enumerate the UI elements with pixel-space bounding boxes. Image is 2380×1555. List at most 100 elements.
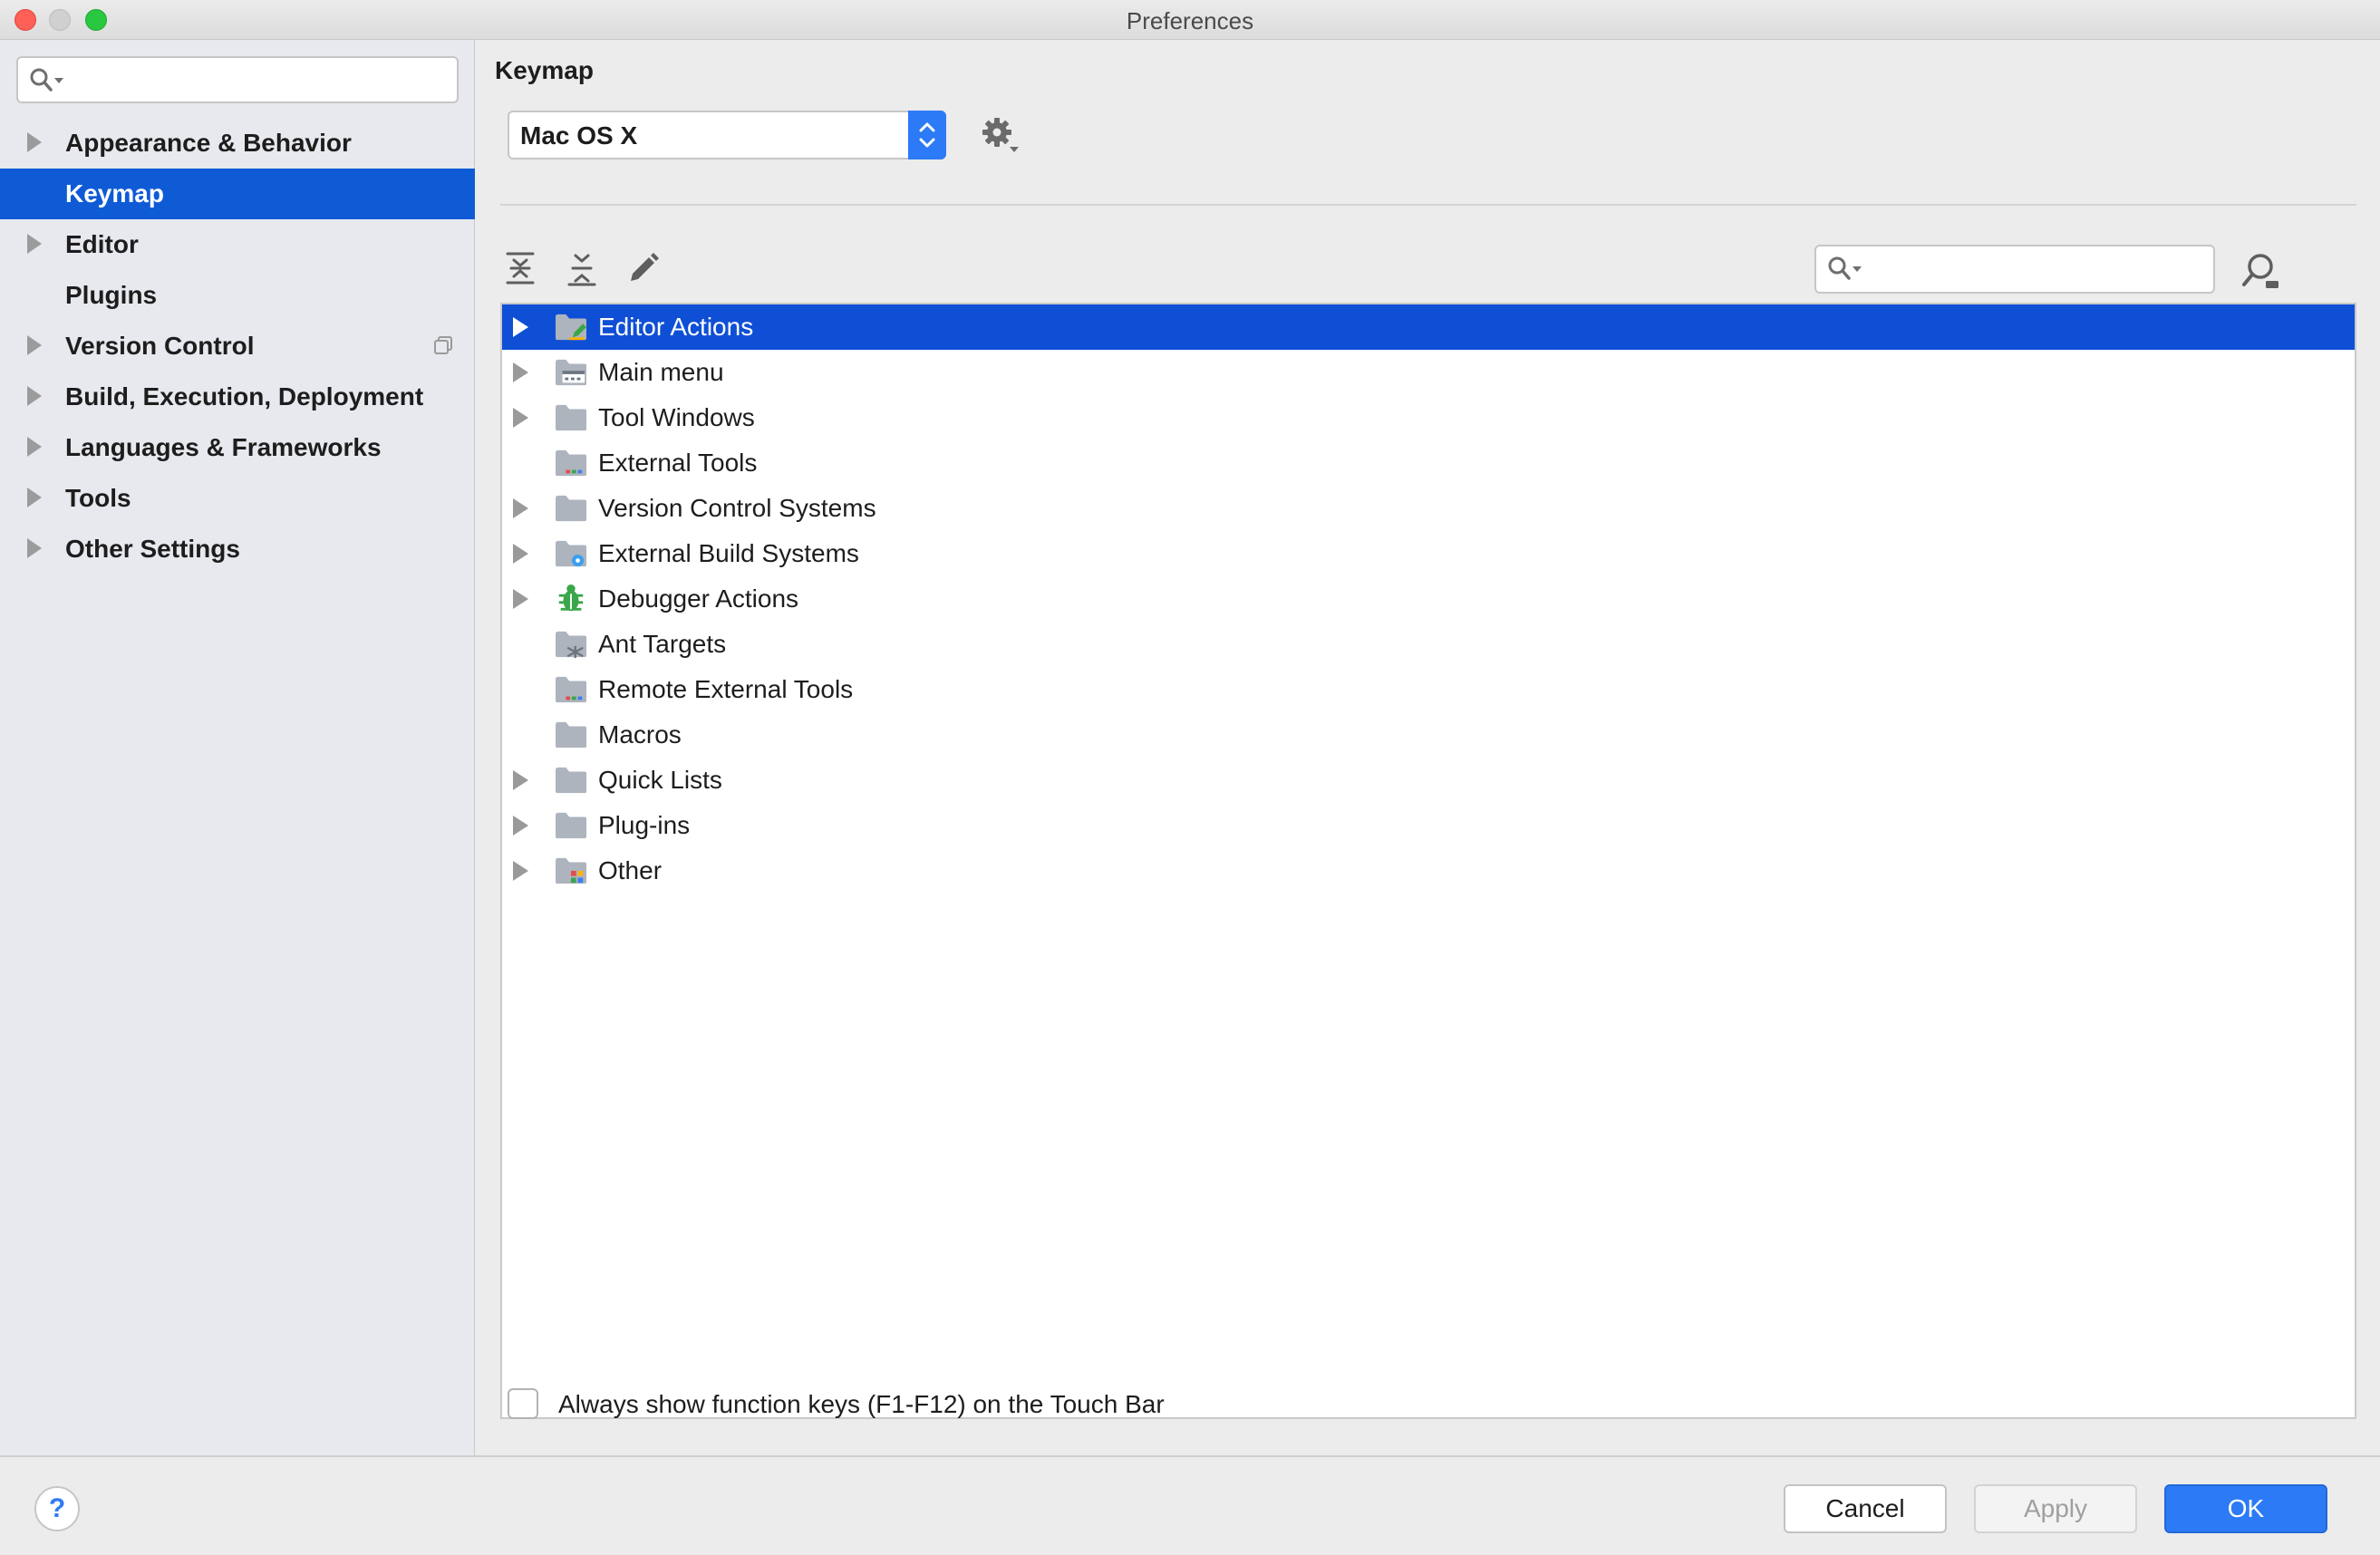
tree-row-macros[interactable]: Macros xyxy=(502,712,2355,758)
cancel-button[interactable]: Cancel xyxy=(1784,1484,1947,1533)
tree-row-quick-lists[interactable]: Quick Lists xyxy=(502,758,2355,803)
sidebar-item-label: Editor xyxy=(65,230,139,258)
tree-row-tool-windows[interactable]: Tool Windows xyxy=(502,395,2355,440)
keymap-scheme-select[interactable]: Mac OS X xyxy=(508,111,946,159)
folder-menu-icon xyxy=(556,359,586,386)
tree-row-editor-actions[interactable]: Editor Actions xyxy=(502,304,2355,350)
search-icon xyxy=(30,68,63,92)
sidebar-item-label: Build, Execution, Deployment xyxy=(65,382,424,410)
tree-row-label: Version Control Systems xyxy=(598,494,876,522)
expand-arrow-icon[interactable] xyxy=(27,437,42,457)
folder-edit-icon xyxy=(556,314,586,341)
tree-row-label: External Build Systems xyxy=(598,539,859,567)
folder-icon xyxy=(556,404,586,431)
window-title: Preferences xyxy=(1126,7,1254,34)
expand-all-icon[interactable] xyxy=(500,248,540,288)
tree-row-label: Other xyxy=(598,856,663,884)
tree-row-remote-external-tools[interactable]: Remote External Tools xyxy=(502,667,2355,712)
expand-arrow-icon[interactable] xyxy=(27,335,42,355)
folder-tools-icon xyxy=(556,449,586,477)
sidebar-item-tools[interactable]: Tools xyxy=(0,473,475,524)
folder-tools-icon xyxy=(556,676,586,703)
sidebar-item-label: Keymap xyxy=(65,179,164,208)
action-search-input[interactable] xyxy=(1814,245,2215,294)
dialog-footer: ? Cancel Apply OK xyxy=(0,1455,2380,1555)
tree-row-external-build-systems[interactable]: External Build Systems xyxy=(502,531,2355,576)
expand-arrow-icon[interactable] xyxy=(513,816,528,835)
settings-sidebar: Appearance & Behavior Keymap Editor Plugins… xyxy=(0,40,475,1455)
folder-ant-icon xyxy=(556,631,586,659)
tree-row-label: Tool Windows xyxy=(598,403,755,431)
settings-nav: Appearance & Behavior Keymap Editor Plugins… xyxy=(0,118,475,575)
expand-arrow-icon[interactable] xyxy=(513,362,528,382)
edit-pencil-icon[interactable] xyxy=(624,248,663,288)
sidebar-item-other-settings[interactable]: Other Settings xyxy=(0,524,475,575)
gear-icon[interactable] xyxy=(981,116,1021,156)
sidebar-item-label: Other Settings xyxy=(65,535,240,563)
title-bar[interactable]: Preferences xyxy=(0,0,2380,40)
folder-gear-icon xyxy=(556,540,586,567)
touchbar-checkbox-label: Always show function keys (F1-F12) on th… xyxy=(558,1390,1165,1418)
expand-arrow-icon[interactable] xyxy=(513,861,528,881)
expand-arrow-icon[interactable] xyxy=(27,538,42,558)
sidebar-item-languages-frameworks[interactable]: Languages & Frameworks xyxy=(0,422,475,473)
preferences-window: Preferences Appearance & Behavior Keymap E… xyxy=(0,0,2380,1555)
action-tree[interactable]: Editor Actions Main menu Tool Windows Exter… xyxy=(500,303,2356,1419)
project-settings-icon xyxy=(434,336,452,354)
expand-arrow-icon[interactable] xyxy=(513,317,528,337)
search-icon xyxy=(1828,256,1862,280)
expand-arrow-icon[interactable] xyxy=(513,544,528,564)
sidebar-item-editor[interactable]: Editor xyxy=(0,219,475,270)
sidebar-item-appearance-behavior[interactable]: Appearance & Behavior xyxy=(0,118,475,169)
sidebar-item-label: Plugins xyxy=(65,281,158,309)
sidebar-item-plugins[interactable]: Plugins xyxy=(0,270,475,321)
keymap-scheme-value: Mac OS X xyxy=(520,121,638,150)
find-by-shortcut-icon[interactable] xyxy=(2239,250,2280,292)
sidebar-item-label: Languages & Frameworks xyxy=(65,433,382,461)
folder-icon xyxy=(556,812,586,839)
expand-arrow-icon[interactable] xyxy=(27,234,42,254)
ok-button[interactable]: OK xyxy=(2164,1484,2327,1533)
select-stepper-icon[interactable] xyxy=(908,111,946,159)
section-divider xyxy=(500,204,2356,206)
sidebar-item-build-execution-deployment[interactable]: Build, Execution, Deployment xyxy=(0,372,475,422)
touchbar-checkbox[interactable] xyxy=(508,1388,538,1419)
sidebar-item-keymap[interactable]: Keymap xyxy=(0,169,475,219)
expand-arrow-icon[interactable] xyxy=(27,488,42,507)
bug-icon xyxy=(558,584,584,612)
folder-icon xyxy=(556,495,586,522)
sidebar-item-label: Tools xyxy=(65,484,131,512)
tree-row-label: Main menu xyxy=(598,358,724,386)
expand-arrow-icon[interactable] xyxy=(513,589,528,609)
tree-row-debugger-actions[interactable]: Debugger Actions xyxy=(502,576,2355,622)
tree-row-label: Editor Actions xyxy=(598,313,754,341)
tree-row-version-control-systems[interactable]: Version Control Systems xyxy=(502,486,2355,531)
tree-row-main-menu[interactable]: Main menu xyxy=(502,350,2355,395)
tree-row-label: Macros xyxy=(598,720,682,749)
expand-arrow-icon[interactable] xyxy=(27,132,42,152)
sidebar-item-label: Version Control xyxy=(65,332,255,360)
folder-other-icon xyxy=(556,857,586,884)
folder-icon xyxy=(556,721,586,749)
keymap-panel: Keymap Mac OS X Editor Actions Main menu… xyxy=(477,40,2380,1455)
sidebar-item-label: Appearance & Behavior xyxy=(65,129,352,157)
expand-arrow-icon[interactable] xyxy=(513,498,528,518)
tree-row-other[interactable]: Other xyxy=(502,848,2355,893)
page-title: Keymap xyxy=(495,56,594,84)
tree-row-label: External Tools xyxy=(598,449,758,477)
tree-row-label: Ant Targets xyxy=(598,630,727,658)
expand-arrow-icon[interactable] xyxy=(513,408,528,428)
tree-row-label: Remote External Tools xyxy=(598,675,854,703)
settings-search-input[interactable] xyxy=(16,56,459,103)
collapse-all-icon[interactable] xyxy=(562,248,602,288)
expand-arrow-icon[interactable] xyxy=(513,770,528,790)
tree-row-ant-targets[interactable]: Ant Targets xyxy=(502,622,2355,667)
tree-row-label: Quick Lists xyxy=(598,766,722,794)
apply-button[interactable]: Apply xyxy=(1974,1484,2137,1533)
sidebar-item-version-control[interactable]: Version Control xyxy=(0,321,475,372)
tree-row-external-tools[interactable]: External Tools xyxy=(502,440,2355,486)
tree-row-label: Plug-ins xyxy=(598,811,691,839)
tree-row-plug-ins[interactable]: Plug-ins xyxy=(502,803,2355,848)
expand-arrow-icon[interactable] xyxy=(27,386,42,406)
help-button[interactable]: ? xyxy=(34,1486,80,1531)
